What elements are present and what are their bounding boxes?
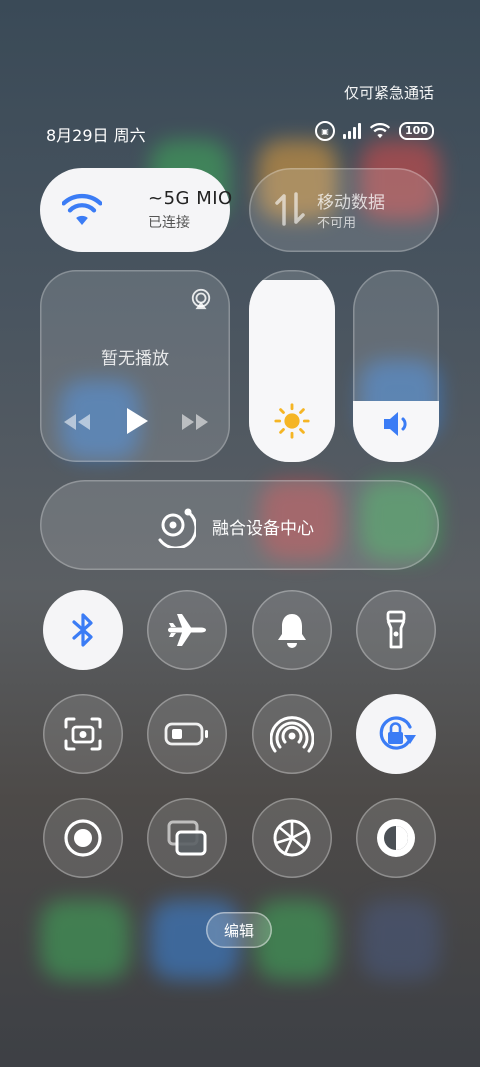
mobile-data-tile[interactable]: 移动数据 不可用 xyxy=(249,168,439,252)
ring-mode-toggle[interactable] xyxy=(252,590,332,670)
airplane-icon xyxy=(168,614,206,646)
brightness-slider[interactable] xyxy=(249,270,335,462)
bluetooth-toggle[interactable] xyxy=(43,590,123,670)
background-blur xyxy=(360,900,440,980)
flashlight-icon xyxy=(386,610,406,649)
airplane-mode-toggle[interactable] xyxy=(147,590,227,670)
mobile-data-status: 不可用 xyxy=(317,216,357,231)
dark-mode-toggle[interactable] xyxy=(356,798,436,878)
settings-toggle[interactable] xyxy=(252,798,332,878)
background-blur xyxy=(40,900,130,980)
signal-icon xyxy=(343,123,362,139)
now-playing-text: 暂无播放 xyxy=(101,349,169,369)
wifi-status: 已连接 xyxy=(148,215,190,231)
device-hub-label: 融合设备中心 xyxy=(212,519,314,539)
wifi-icon xyxy=(62,193,102,225)
date-label: 8月29日 周六 xyxy=(46,126,146,145)
device-hub-icon xyxy=(158,508,196,548)
media-player-tile[interactable]: 暂无播放 xyxy=(40,270,230,462)
volume-slider[interactable] xyxy=(353,270,439,462)
next-icon[interactable] xyxy=(180,410,212,434)
hotspot-toggle[interactable] xyxy=(252,694,332,774)
previous-icon[interactable] xyxy=(60,410,92,434)
sun-icon xyxy=(274,403,310,439)
battery-icon xyxy=(164,722,208,746)
multi-window-toggle[interactable] xyxy=(147,798,227,878)
screenshot-icon xyxy=(64,717,102,751)
rotation-lock-toggle[interactable] xyxy=(356,694,436,774)
screen-record-toggle[interactable] xyxy=(43,798,123,878)
bluetooth-icon xyxy=(72,613,93,647)
mobile-data-title: 移动数据 xyxy=(317,193,385,213)
flashlight-toggle[interactable] xyxy=(356,590,436,670)
sim-icon: ▣ xyxy=(315,121,336,141)
battery-saver-toggle[interactable] xyxy=(147,694,227,774)
bell-icon xyxy=(278,614,306,648)
wifi-status-icon xyxy=(369,123,391,139)
hotspot-icon xyxy=(270,716,314,753)
wifi-tile[interactable]: ~5G MIO 已连接 xyxy=(40,168,232,252)
wifi-network-name: ~5G MIO xyxy=(148,188,233,209)
play-icon[interactable] xyxy=(124,406,150,436)
cast-icon xyxy=(191,288,211,310)
record-icon xyxy=(64,819,102,857)
rotation-lock-icon xyxy=(379,716,416,750)
edit-button[interactable]: 编辑 xyxy=(206,912,272,948)
device-hub-tile[interactable]: 融合设备中心 xyxy=(40,480,439,570)
emergency-calls-text: 仅可紧急通话 xyxy=(343,84,434,102)
multi-window-icon xyxy=(167,820,207,856)
dark-mode-icon xyxy=(377,819,415,857)
aperture-icon xyxy=(273,819,311,857)
data-transfer-icon xyxy=(275,192,305,226)
battery-indicator: 100 xyxy=(399,122,434,140)
speaker-icon xyxy=(384,412,407,436)
screenshot-toggle[interactable] xyxy=(43,694,123,774)
status-icons: ▣ 100 xyxy=(315,121,434,141)
